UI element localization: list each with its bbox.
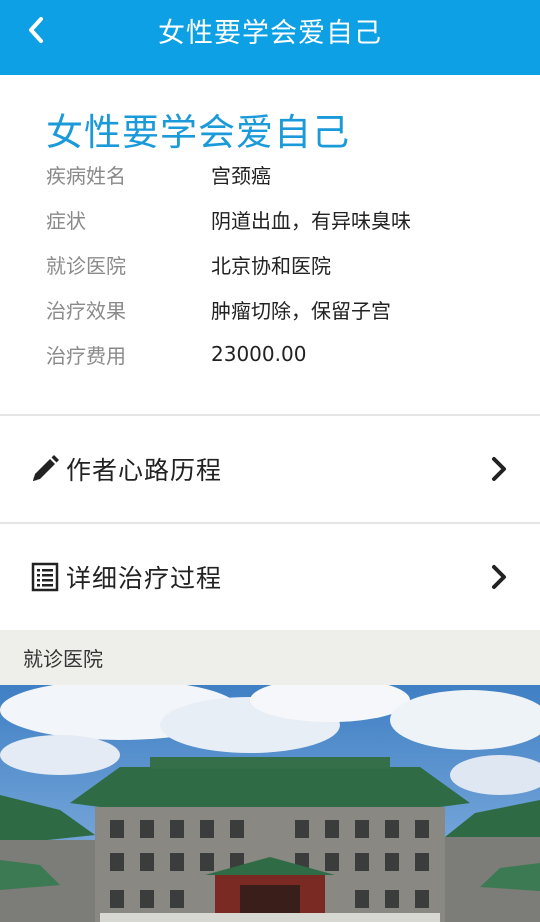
field-value: 阴道出血，有异味臭味	[211, 208, 411, 233]
pencil-icon	[33, 455, 59, 481]
back-button[interactable]	[14, 0, 58, 60]
page-title: 女性要学会爱自己	[158, 18, 382, 49]
field-row-symptom: 症状 阴道出血，有异味臭味	[46, 204, 516, 234]
chevron-left-icon	[29, 17, 43, 43]
field-row-hospital: 就诊医院 北京协和医院	[46, 249, 516, 279]
field-label: 治疗效果	[46, 298, 126, 323]
list-document-icon	[31, 562, 59, 592]
treatment-details-link[interactable]: 详细治疗过程	[0, 524, 540, 630]
author-journey-link[interactable]: 作者心路历程	[0, 416, 540, 522]
top-bar: 女性要学会爱自己	[0, 0, 540, 75]
field-value: 23000.00	[211, 342, 307, 366]
field-label: 疾病姓名	[46, 163, 126, 188]
field-row-effect: 治疗效果 肿瘤切除，保留子宫	[46, 294, 516, 324]
field-label: 症状	[46, 208, 86, 233]
link-label: 作者心路历程	[66, 456, 223, 485]
field-row-cost: 治疗费用 23000.00	[46, 339, 516, 369]
case-headline: 女性要学会爱自己	[46, 111, 350, 154]
field-row-disease: 疾病姓名 宫颈癌	[46, 159, 516, 189]
field-value: 肿瘤切除，保留子宫	[211, 298, 391, 323]
hospital-section-title: 就诊医院	[0, 630, 540, 685]
field-value: 北京协和医院	[211, 253, 331, 278]
chevron-right-icon	[492, 565, 506, 589]
link-label: 详细治疗过程	[66, 564, 223, 593]
hospital-building-illustration	[0, 685, 540, 922]
chevron-right-icon	[492, 457, 506, 481]
hospital-photo	[0, 685, 540, 922]
field-value: 宫颈癌	[211, 163, 271, 188]
field-label: 就诊医院	[46, 253, 126, 278]
field-label: 治疗费用	[46, 343, 126, 368]
case-info-card: 女性要学会爱自己 疾病姓名 宫颈癌 症状 阴道出血，有异味臭味 就诊医院 北京协…	[0, 75, 540, 415]
